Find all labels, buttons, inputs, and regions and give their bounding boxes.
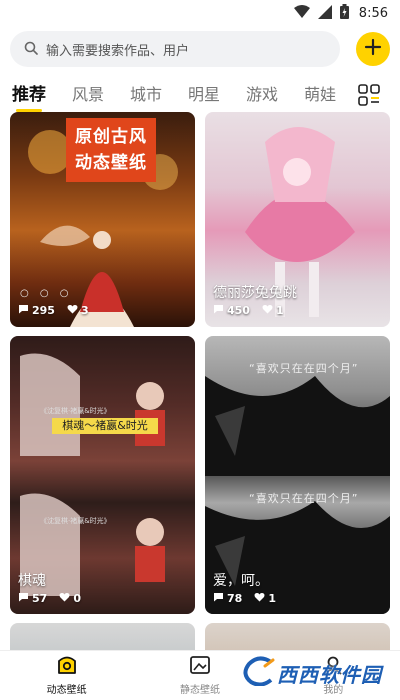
nav-label: 动态壁纸	[46, 685, 87, 696]
wifi-icon	[293, 4, 310, 23]
card-stats: 295 3	[18, 304, 89, 317]
card-quote: “喜欢只在在四个月”	[249, 362, 359, 375]
wallpaper-card[interactable]	[205, 623, 390, 650]
heart-icon	[254, 592, 265, 605]
signal-icon	[317, 4, 332, 23]
wallpaper-card[interactable]: 德丽莎兔兔跳 450 1	[205, 112, 390, 327]
tab-stars[interactable]: 明星	[188, 82, 220, 108]
comment-icon	[213, 592, 224, 605]
nav-live-wallpaper[interactable]: 动态壁纸	[0, 651, 133, 700]
plus-icon	[364, 38, 382, 60]
search-input[interactable]: 输入需要搜索作品、用户	[10, 31, 340, 67]
site-watermark: 西西软件园	[243, 656, 382, 690]
heart-icon	[67, 304, 78, 317]
category-tabs: 推荐 风景 城市 明星 游戏 萌娃	[12, 82, 362, 112]
heart-icon	[262, 304, 273, 317]
add-button[interactable]	[356, 32, 390, 66]
search-icon	[24, 40, 38, 59]
comment-count: 450	[227, 304, 250, 317]
card-small-caption: 《沈复棋·褚嬴&时光》	[40, 407, 111, 415]
tab-city[interactable]: 城市	[130, 82, 162, 108]
live-wallpaper-icon	[55, 653, 79, 679]
card-stats: 57 0	[18, 592, 81, 605]
like-count: 1	[275, 304, 284, 317]
tab-recommend[interactable]: 推荐	[12, 82, 46, 112]
card-small-caption: 《沈复棋·褚嬴&时光》	[40, 517, 111, 525]
watermark-logo-icon	[243, 656, 277, 690]
watermark-text: 西西软件园	[277, 662, 382, 687]
card-subtitle: 棋魂～褚嬴&时光	[52, 418, 158, 434]
wallpaper-card[interactable]: 原创古风 动态壁纸 ○ ○ ○ 295 3	[10, 112, 195, 327]
like-count: 1	[268, 592, 276, 605]
status-time: 8:56	[358, 5, 388, 21]
wallpaper-feed: 原创古风 动态壁纸 ○ ○ ○ 295 3 德丽莎兔兔跳 450 1 《沈复棋·…	[0, 112, 400, 650]
banner-line-1: 原创古风	[75, 127, 147, 147]
comment-icon	[213, 304, 224, 317]
card-quote: “喜欢只在在四个月”	[249, 492, 359, 505]
card-title: 爱，呵。	[213, 573, 269, 589]
battery-icon	[339, 3, 349, 23]
card-dots: ○ ○ ○	[20, 288, 73, 299]
tab-scenery[interactable]: 风景	[72, 82, 104, 108]
comment-icon	[18, 304, 29, 317]
tab-kids[interactable]: 萌娃	[304, 82, 336, 108]
like-count: 3	[80, 304, 89, 317]
wallpaper-card[interactable]	[10, 623, 195, 650]
like-count: 0	[73, 592, 81, 605]
category-grid-icon[interactable]	[358, 84, 380, 106]
comment-count: 78	[227, 592, 243, 605]
card-stats: 450 1	[213, 304, 284, 317]
nav-label: 静态壁纸	[179, 685, 220, 696]
tab-games[interactable]: 游戏	[246, 82, 278, 108]
card-title: 棋魂	[18, 573, 46, 589]
comment-count: 295	[32, 304, 55, 317]
card-stats: 78 1	[213, 592, 276, 605]
status-bar: 8:56	[0, 0, 400, 26]
comment-icon	[18, 592, 29, 605]
wallpaper-card[interactable]: “喜欢只在在四个月” “喜欢只在在四个月” 爱，呵。 78 1	[205, 336, 390, 614]
search-placeholder: 输入需要搜索作品、用户	[46, 43, 190, 59]
card-title: 德丽莎兔兔跳	[213, 285, 297, 301]
wallpaper-card[interactable]: 《沈复棋·褚嬴&时光》 棋魂～褚嬴&时光 《沈复棋·褚嬴&时光》 棋魂 57 0	[10, 336, 195, 614]
card-banner: 原创古风 动态壁纸	[66, 118, 156, 182]
banner-line-2: 动态壁纸	[75, 153, 147, 173]
heart-icon	[59, 592, 70, 605]
comment-count: 57	[32, 592, 48, 605]
search-row: 输入需要搜索作品、用户	[10, 31, 390, 67]
image-icon	[189, 655, 211, 679]
